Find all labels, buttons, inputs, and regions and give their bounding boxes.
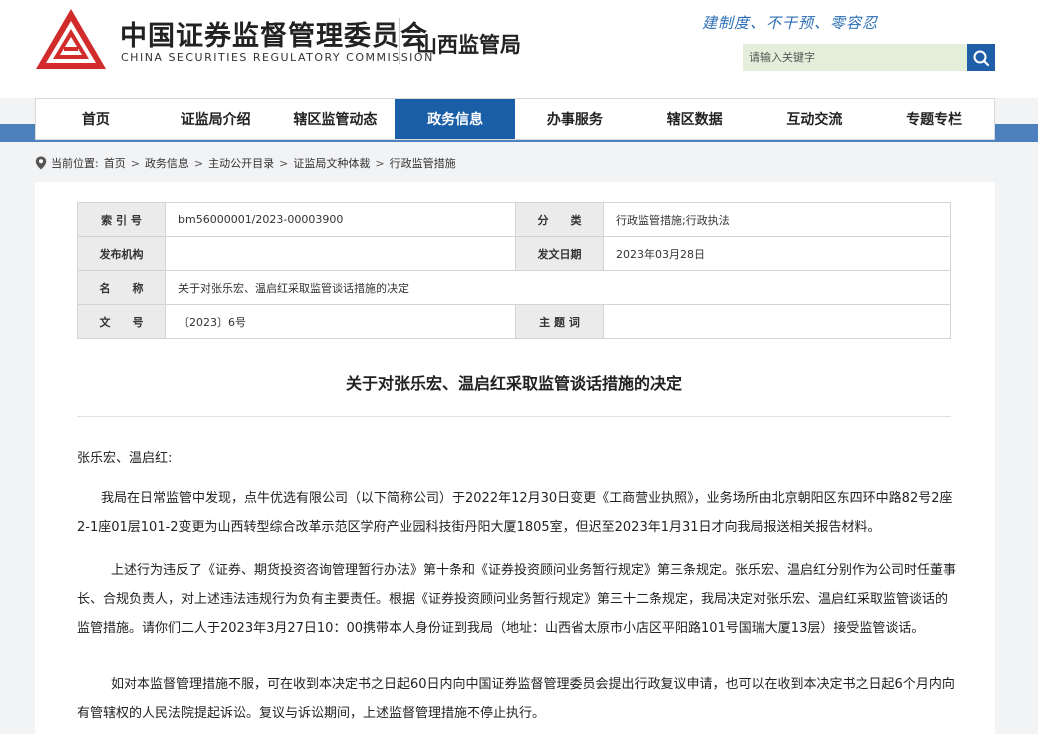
nav-item-regional-data[interactable]: 辖区数据 (635, 99, 755, 139)
breadcrumb-separator: > (279, 156, 289, 170)
meta-value-publisher (165, 236, 516, 271)
table-row: 文 号 〔2023〕6号 主 题 词 (77, 304, 951, 339)
document-meta-table: 索 引 号 bm56000001/2023-00003900 分 类 行政监管措… (77, 202, 951, 339)
content-panel: 索 引 号 bm56000001/2023-00003900 分 类 行政监管措… (35, 182, 995, 734)
meta-label-name: 名 称 (77, 270, 166, 305)
org-name-en: CHINA SECURITIES REGULATORY COMMISSION (121, 51, 434, 64)
breadcrumb-link-gov-info[interactable]: 政务信息 (145, 155, 189, 171)
site-header: 中国证券监督管理委员会 CHINA SECURITIES REGULATORY … (0, 0, 1038, 98)
nav-item-services[interactable]: 办事服务 (515, 99, 635, 139)
table-row: 索 引 号 bm56000001/2023-00003900 分 类 行政监管措… (77, 202, 951, 237)
meta-value-date: 2023年03月28日 (603, 236, 951, 271)
meta-value-subject (603, 304, 951, 339)
meta-label-index: 索 引 号 (77, 202, 166, 237)
nav-item-home[interactable]: 首页 (36, 99, 156, 139)
main-nav: 首页 证监局介绍 辖区监管动态 政务信息 办事服务 辖区数据 互动交流 专题专栏 (35, 98, 995, 140)
search-input[interactable] (743, 44, 967, 71)
meta-label-date: 发文日期 (515, 236, 604, 271)
breadcrumb-link-catalog[interactable]: 主动公开目录 (208, 155, 274, 171)
meta-value-category: 行政监管措施;行政执法 (603, 202, 951, 237)
table-row: 名 称 关于对张乐宏、温启红采取监管谈话措施的决定 (77, 270, 951, 305)
title-divider (77, 416, 951, 417)
breadcrumb: 当前位置: 首页 > 政务信息 > 主动公开目录 > 证监局文种体裁 > 行政监… (35, 154, 456, 172)
slogan: 建制度、不干预、零容忍 (702, 14, 879, 32)
document-paragraph-2: 上述行为违反了《证券、期货投资咨询管理暂行办法》第十条和《证券投资顾问业务暂行规… (77, 563, 957, 636)
search-icon (973, 50, 990, 66)
logo-divider (399, 18, 400, 64)
csrc-logo-icon[interactable] (34, 7, 108, 73)
nav-item-topics[interactable]: 专题专栏 (874, 99, 994, 139)
search-button[interactable] (967, 44, 995, 71)
breadcrumb-prefix: 当前位置: (51, 157, 99, 170)
nav-item-gov-info[interactable]: 政务信息 (395, 99, 515, 139)
nav-item-about[interactable]: 证监局介绍 (156, 99, 276, 139)
breadcrumb-link-home[interactable]: 首页 (104, 155, 126, 171)
breadcrumb-separator: > (193, 156, 204, 170)
org-name-cn: 中国证券监督管理委员会 (120, 21, 428, 52)
nav-item-interaction[interactable]: 互动交流 (755, 99, 875, 139)
document-paragraph-3: 如对本监督管理措施不服，可在收到本决定书之日起60日内向中国证券监督管理委员会提… (77, 677, 955, 721)
location-pin-icon (35, 156, 47, 170)
document-title: 关于对张乐宏、温启红采取监管谈话措施的决定 (345, 374, 682, 393)
meta-label-publisher: 发布机构 (77, 236, 166, 271)
breadcrumb-link-doc-types[interactable]: 证监局文种体裁 (293, 155, 370, 171)
meta-label-category: 分 类 (515, 202, 604, 237)
meta-value-name: 关于对张乐宏、温启红采取监管谈话措施的决定 (165, 270, 951, 305)
meta-label-subject: 主 题 词 (515, 304, 604, 339)
nav-item-regional-news[interactable]: 辖区监管动态 (276, 99, 396, 139)
meta-label-docno: 文 号 (77, 304, 166, 339)
branch-name: 山西监管局 (416, 33, 521, 57)
document-addressee: 张乐宏、温启红: (77, 451, 173, 466)
document-paragraph-1: 我局在日常监管中发现，点牛优选有限公司（以下简称公司）于2022年12月30日变… (77, 491, 953, 535)
breadcrumb-link-measures[interactable]: 行政监管措施 (390, 155, 456, 171)
breadcrumb-separator: > (130, 156, 140, 170)
meta-value-docno: 〔2023〕6号 (165, 304, 516, 339)
breadcrumb-separator: > (375, 156, 385, 170)
table-row: 发布机构 发文日期 2023年03月28日 (77, 236, 951, 271)
meta-value-index: bm56000001/2023-00003900 (165, 202, 516, 237)
